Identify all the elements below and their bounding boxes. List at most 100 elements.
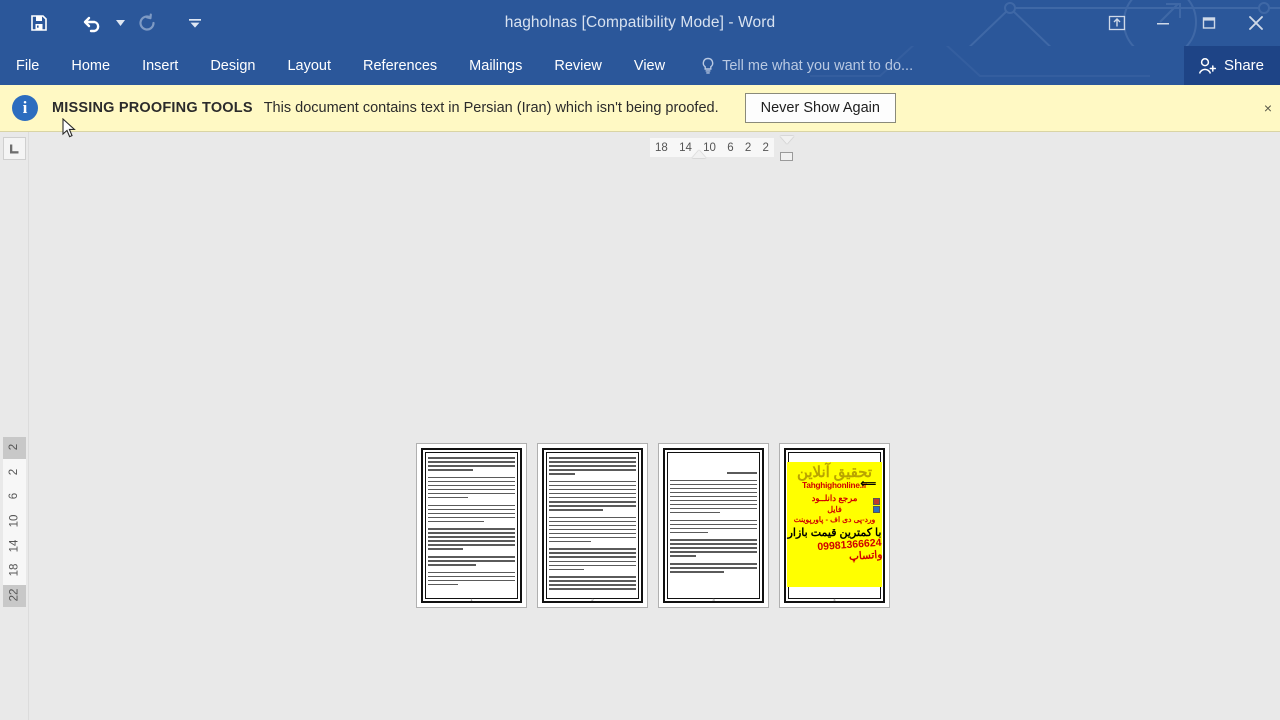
text-line bbox=[549, 532, 636, 535]
text-line bbox=[670, 547, 757, 549]
text-line bbox=[428, 528, 515, 530]
document-page-2[interactable]: 2 bbox=[537, 443, 648, 608]
text-line bbox=[549, 496, 636, 499]
text-line bbox=[428, 564, 476, 566]
ad-line-3: ورد-پی دی اف - پاورپوینت bbox=[793, 515, 876, 524]
tab-view[interactable]: View bbox=[618, 46, 681, 85]
message-bar-close-icon[interactable]: × bbox=[1258, 93, 1278, 123]
tell-me-search[interactable]: Tell me what you want to do... bbox=[687, 46, 927, 85]
text-line bbox=[428, 556, 515, 558]
tab-design[interactable]: Design bbox=[194, 46, 271, 85]
lightbulb-icon bbox=[702, 57, 714, 74]
save-button[interactable] bbox=[20, 6, 58, 40]
text-line bbox=[428, 488, 515, 491]
ruler-tick-18: 18 bbox=[655, 141, 668, 154]
text-line bbox=[670, 511, 721, 514]
text-line bbox=[549, 469, 636, 471]
text-line bbox=[549, 548, 636, 550]
undo-icon bbox=[83, 16, 100, 33]
chevron-down-icon bbox=[189, 18, 201, 28]
restore-button[interactable] bbox=[1186, 0, 1232, 46]
undo-button[interactable] bbox=[74, 6, 112, 40]
text-line bbox=[428, 480, 515, 483]
page-number-2: 2 bbox=[591, 597, 594, 602]
horizontal-ruler[interactable]: 18 14 10 6 2 2 bbox=[29, 132, 1280, 165]
text-line bbox=[549, 528, 636, 531]
tab-mailings[interactable]: Mailings bbox=[453, 46, 538, 85]
tab-stop-selector-box bbox=[2, 137, 26, 160]
undo-dropdown-button[interactable] bbox=[112, 6, 128, 40]
text-line bbox=[428, 536, 515, 538]
text-line bbox=[428, 504, 515, 507]
page-number-3: 3 bbox=[712, 597, 715, 602]
text-line bbox=[549, 556, 636, 559]
minimize-icon bbox=[1157, 23, 1169, 25]
left-indent-marker[interactable] bbox=[780, 152, 793, 161]
tab-home[interactable]: Home bbox=[55, 46, 126, 85]
vertical-ruler[interactable]: 2 2 6 10 14 18 22 bbox=[0, 165, 29, 720]
text-line bbox=[670, 551, 757, 553]
text-line bbox=[428, 544, 515, 546]
ribbon-display-icon bbox=[1108, 15, 1126, 31]
text-line bbox=[549, 484, 636, 487]
text-line bbox=[428, 571, 515, 574]
minimize-button[interactable] bbox=[1140, 0, 1186, 46]
pages-canvas[interactable]: 1 2 3 تحقیق آنلاین Tahghighonline.ir ⟸ م… bbox=[29, 165, 1280, 720]
save-icon bbox=[31, 15, 47, 31]
redo-button[interactable] bbox=[128, 6, 166, 40]
tab-layout[interactable]: Layout bbox=[271, 46, 347, 85]
text-line bbox=[549, 540, 591, 543]
ruler-tick-14: 14 bbox=[679, 141, 692, 154]
document-page-1[interactable]: 1 bbox=[416, 443, 527, 608]
text-line bbox=[670, 479, 757, 482]
never-show-again-button[interactable]: Never Show Again bbox=[744, 93, 896, 123]
text-line bbox=[549, 588, 636, 590]
document-page-3[interactable]: 3 bbox=[658, 443, 769, 608]
text-line bbox=[670, 543, 757, 545]
text-line bbox=[549, 457, 636, 459]
text-line bbox=[428, 512, 515, 515]
v-ruler-tick-6: 6 bbox=[8, 493, 21, 500]
text-line bbox=[549, 465, 636, 467]
ribbon-display-options-button[interactable] bbox=[1094, 0, 1140, 46]
text-line bbox=[549, 524, 636, 527]
text-line bbox=[670, 495, 757, 498]
text-line bbox=[549, 576, 636, 578]
restore-icon bbox=[1202, 17, 1216, 29]
chevron-down-icon bbox=[115, 20, 125, 26]
customize-qat-button[interactable] bbox=[182, 6, 208, 40]
ribbon-tab-strip: File Home Insert Design Layout Reference… bbox=[0, 46, 1280, 85]
text-line bbox=[549, 488, 636, 491]
text-line bbox=[428, 508, 515, 511]
tab-file[interactable]: File bbox=[0, 46, 55, 85]
tab-insert[interactable]: Insert bbox=[126, 46, 194, 85]
text-line bbox=[549, 536, 636, 539]
text-line bbox=[549, 552, 636, 555]
tab-review[interactable]: Review bbox=[538, 46, 618, 85]
text-line bbox=[670, 567, 757, 569]
text-line bbox=[727, 472, 757, 474]
text-line bbox=[549, 500, 636, 503]
close-button[interactable] bbox=[1232, 0, 1280, 46]
share-button[interactable]: Share bbox=[1183, 46, 1280, 85]
first-line-indent-marker[interactable] bbox=[692, 150, 706, 158]
v-ruler-tick-2b: 2 bbox=[8, 468, 21, 475]
tab-references[interactable]: References bbox=[347, 46, 453, 85]
v-ruler-tick-2a: 2 bbox=[8, 443, 21, 451]
close-icon bbox=[1249, 16, 1263, 30]
text-line bbox=[549, 480, 636, 483]
text-line bbox=[428, 548, 463, 550]
text-line bbox=[549, 568, 584, 571]
text-line bbox=[549, 492, 636, 495]
hanging-indent-marker[interactable] bbox=[780, 136, 794, 144]
text-line bbox=[428, 457, 515, 459]
text-line bbox=[670, 519, 757, 522]
text-line bbox=[549, 520, 636, 523]
ad-format-chips bbox=[873, 498, 880, 513]
text-line bbox=[670, 483, 757, 486]
document-page-4[interactable]: تحقیق آنلاین Tahghighonline.ir ⟸ مرجع دا… bbox=[779, 443, 890, 608]
text-line bbox=[428, 532, 515, 534]
text-line bbox=[549, 584, 636, 586]
page-text-2 bbox=[549, 457, 636, 591]
tab-stop-selector[interactable] bbox=[0, 132, 29, 165]
